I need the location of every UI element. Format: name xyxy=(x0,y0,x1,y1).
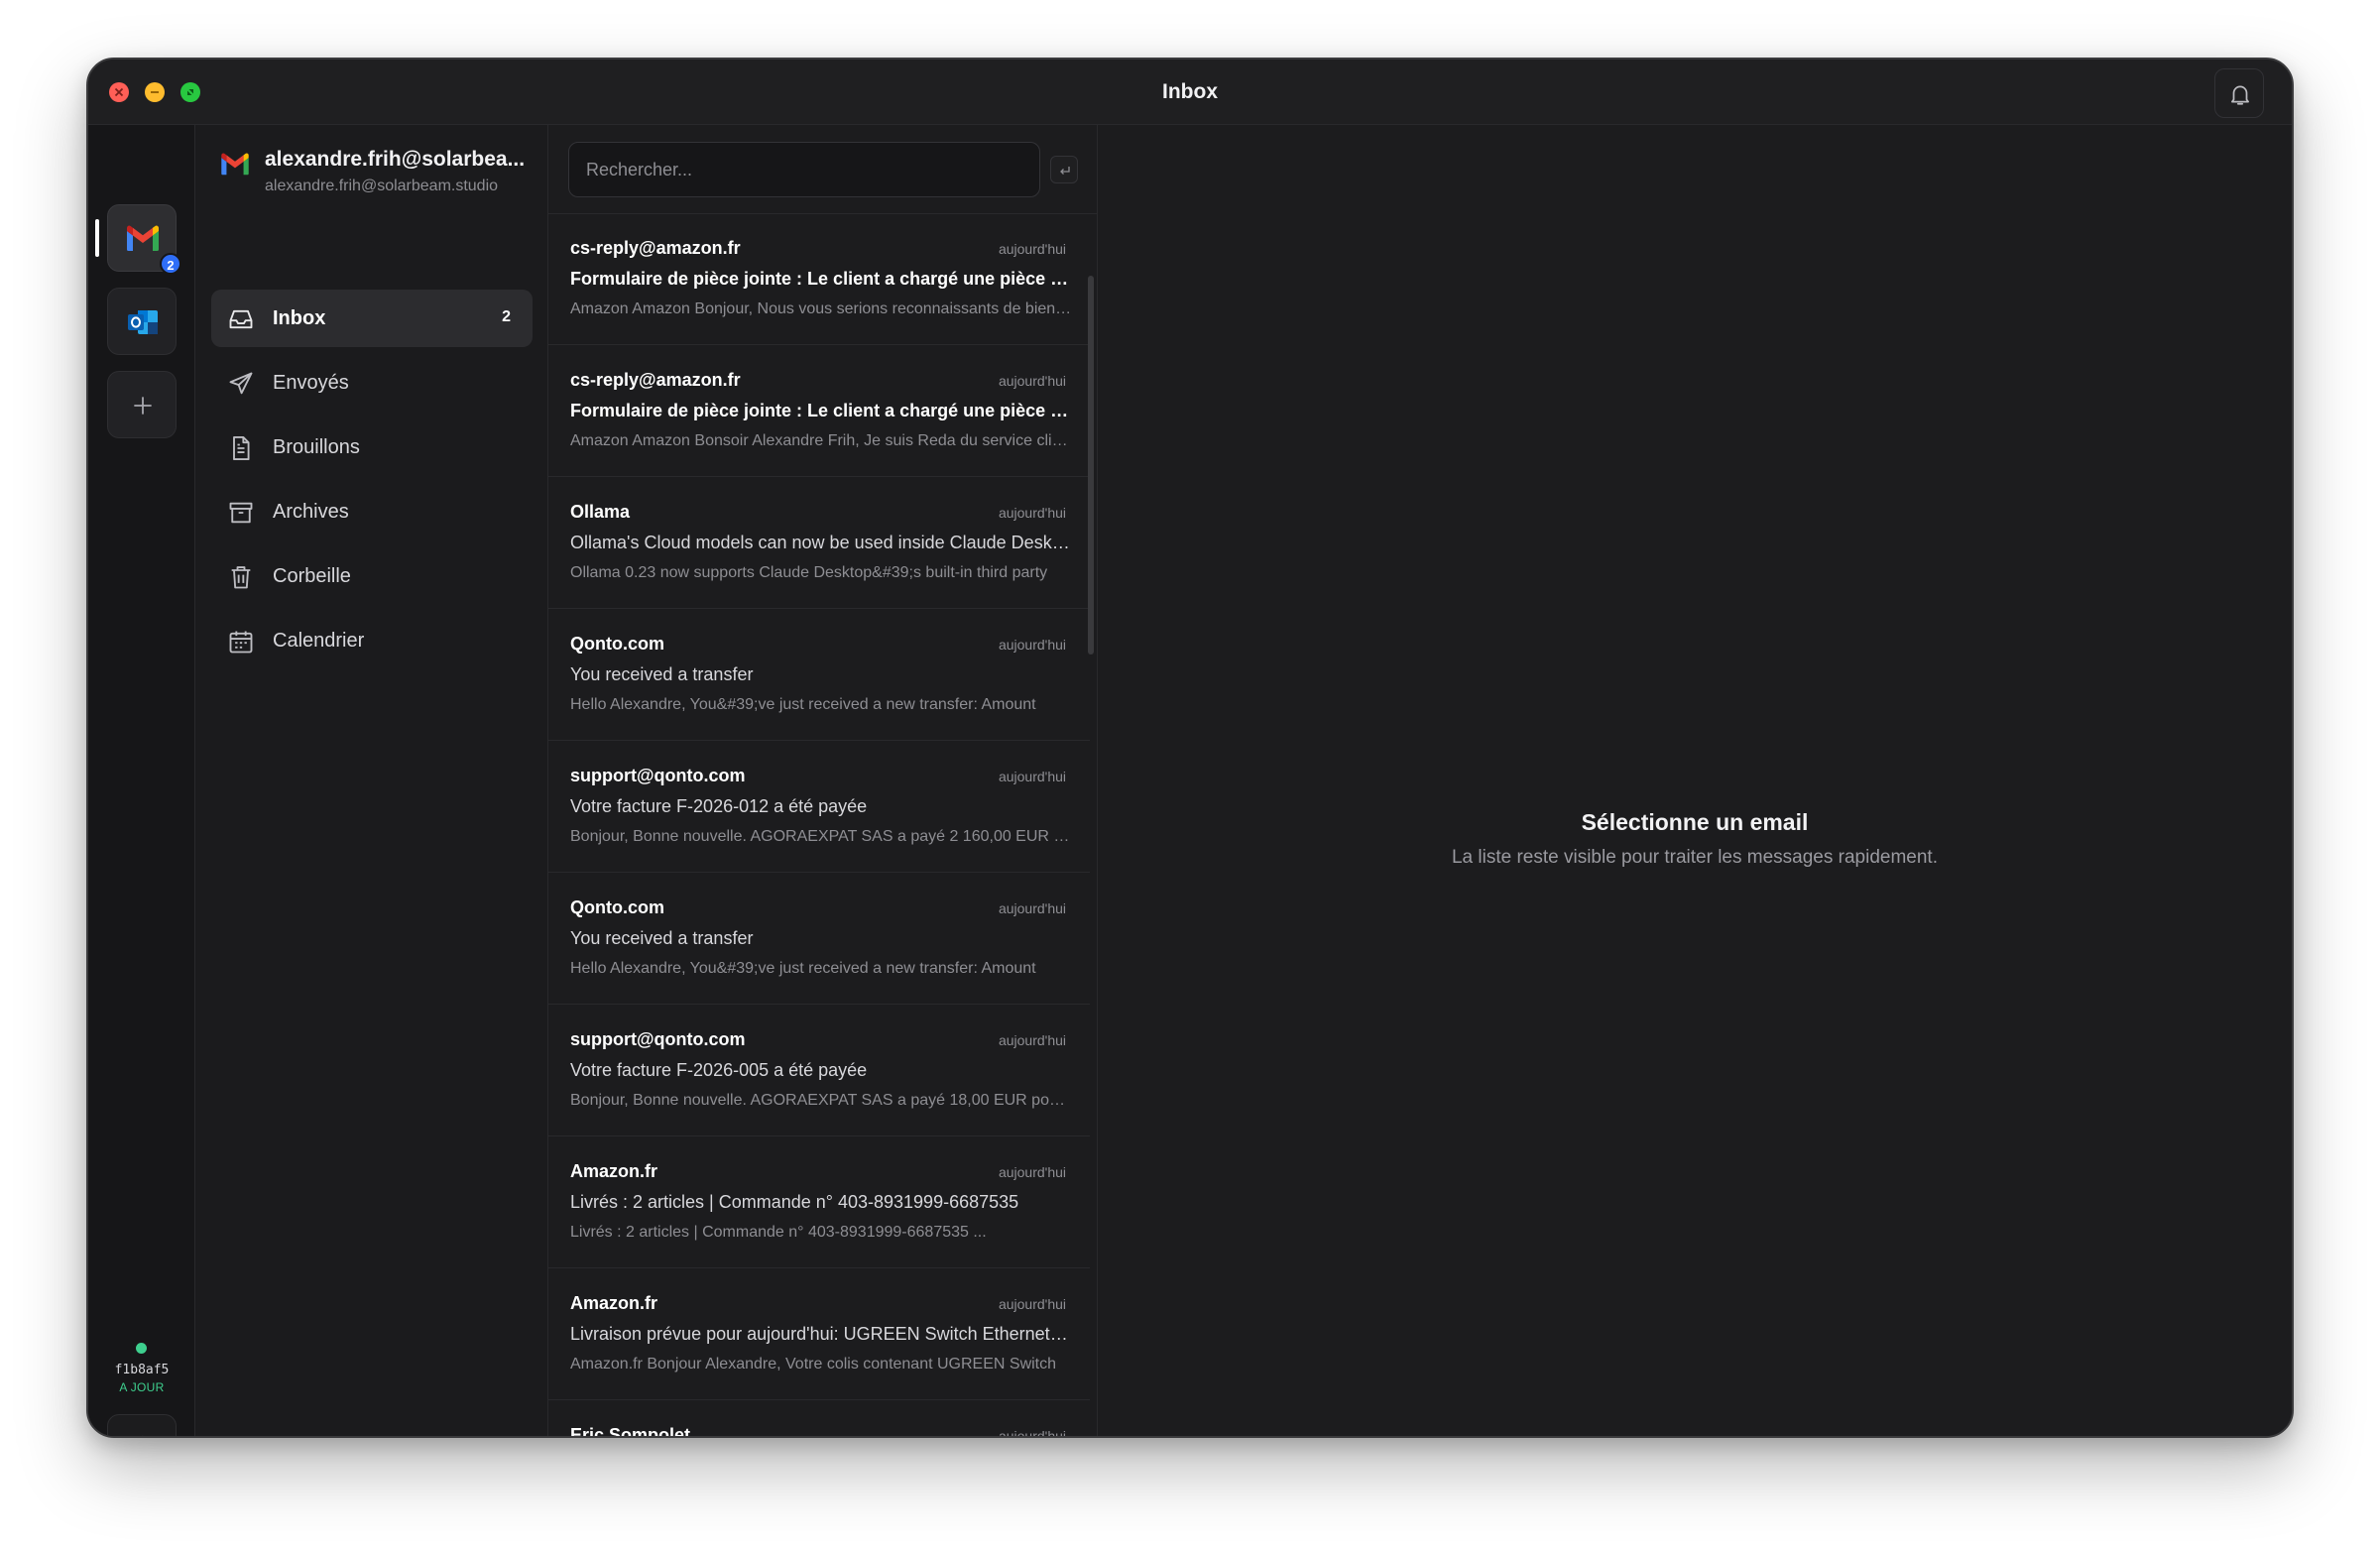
window-title: Inbox xyxy=(1162,80,1218,103)
gear-icon xyxy=(142,1435,144,1436)
sync-status-dot xyxy=(136,1343,147,1354)
gmail-logo-icon xyxy=(126,225,160,251)
build-hash: f1b8af5 xyxy=(114,1363,170,1377)
mail-subject: Votre facture F-2026-005 a été payée xyxy=(570,1060,868,1080)
mail-item[interactable]: support@qonto.com aujourd'hui Votre fact… xyxy=(548,742,1090,873)
folder-label: Corbeille xyxy=(273,565,351,587)
unread-count-badge: 2 xyxy=(160,253,181,275)
inbox-tray-icon xyxy=(229,309,253,329)
account-outlook-button[interactable] xyxy=(107,288,177,355)
mail-sender: cs-reply@amazon.fr xyxy=(570,370,741,390)
folder-sidebar: alexandre.frih@solarbea... alexandre.fri… xyxy=(195,125,548,1436)
empty-state-subtitle: La liste reste visible pour traiter les … xyxy=(1451,847,1938,868)
mail-date: aujourd'hui xyxy=(998,1428,1066,1436)
account-gmail-button[interactable]: 2 xyxy=(107,204,181,275)
folder-brouillons[interactable]: Brouillons xyxy=(211,418,533,476)
mail-item[interactable]: Qonto.com aujourd'hui You received a tra… xyxy=(548,874,1090,1005)
paper-plane-icon xyxy=(229,372,253,395)
gmail-logo-icon xyxy=(221,153,249,176)
folder-inbox[interactable]: Inbox 2 xyxy=(211,290,533,347)
search-submit-button[interactable] xyxy=(1050,156,1078,183)
bell-icon xyxy=(2231,85,2249,105)
mail-item[interactable]: Eric Sompolet aujourd'hui xyxy=(548,1401,1090,1436)
mail-sender: support@qonto.com xyxy=(570,1029,746,1049)
settings-button[interactable] xyxy=(107,1414,177,1436)
mail-sender: Amazon.fr xyxy=(570,1293,658,1313)
mail-list-scrollbar[interactable] xyxy=(1088,276,1094,655)
mail-date: aujourd'hui xyxy=(998,900,1066,916)
notifications-button[interactable] xyxy=(2214,68,2264,118)
mail-date: aujourd'hui xyxy=(998,769,1066,784)
folder-label: Archives xyxy=(273,501,349,523)
mail-preview: Hello Alexandre, You&#39;ve just receive… xyxy=(570,696,1036,713)
mail-date: aujourd'hui xyxy=(998,1296,1066,1312)
folder-calendrier[interactable]: Calendrier xyxy=(211,612,533,669)
mail-preview: Hello Alexandre, You&#39;ve just receive… xyxy=(570,960,1036,977)
folder-corbeille[interactable]: Corbeille xyxy=(211,547,533,605)
add-account-button[interactable] xyxy=(107,371,177,438)
active-account-indicator xyxy=(95,219,99,257)
mail-date: aujourd'hui xyxy=(998,241,1066,257)
mail-item[interactable]: Qonto.com aujourd'hui You received a tra… xyxy=(548,610,1090,741)
app-window: Inbox 2 f1b8af5 A JOUR alexandre.frih@so… xyxy=(86,58,2294,1438)
title-bar: Inbox xyxy=(88,60,2292,125)
mail-preview: Amazon.fr Bonjour Alexandre, Votre colis… xyxy=(570,1356,1057,1373)
mail-preview: Bonjour, Bonne nouvelle. AGORAEXPAT SAS … xyxy=(570,828,1072,845)
mail-preview: Amazon Amazon Bonjour, Nous vous serions… xyxy=(570,300,1072,317)
mail-date: aujourd'hui xyxy=(998,505,1066,521)
account-email: alexandre.frih@solarbeam.studio xyxy=(265,178,499,194)
mail-sender: Amazon.fr xyxy=(570,1161,658,1181)
mail-sender: cs-reply@amazon.fr xyxy=(570,238,741,258)
mail-preview: Amazon Amazon Bonsoir Alexandre Frih, Je… xyxy=(570,432,1072,449)
mail-date: aujourd'hui xyxy=(998,1164,1066,1180)
mail-item[interactable]: Amazon.fr aujourd'hui Livraison prévue p… xyxy=(548,1269,1090,1400)
mail-preview: Bonjour, Bonne nouvelle. AGORAEXPAT SAS … xyxy=(570,1092,1072,1109)
folder-label: Envoyés xyxy=(273,372,349,394)
trash-icon xyxy=(231,566,251,589)
plus-icon xyxy=(134,397,152,415)
mail-preview: Livrés : 2 articles | Commande n° 403-89… xyxy=(570,1224,987,1241)
enter-key-icon xyxy=(1060,167,1070,175)
mail-subject: Formulaire de pièce jointe : Le client a… xyxy=(570,401,1072,420)
mail-date: aujourd'hui xyxy=(998,373,1066,389)
mail-subject: Livraison prévue pour aujourd'hui: UGREE… xyxy=(570,1324,1072,1344)
mail-subject: Formulaire de pièce jointe : Le client a… xyxy=(570,269,1072,289)
folder-envoyes[interactable]: Envoyés xyxy=(211,354,533,412)
account-rail: 2 f1b8af5 A JOUR xyxy=(88,125,195,1436)
search-input[interactable] xyxy=(568,142,1040,197)
empty-state-title: Sélectionne un email xyxy=(1581,809,1809,835)
sync-status-label: A JOUR xyxy=(119,1380,165,1394)
mail-item[interactable]: cs-reply@amazon.fr aujourd'hui Formulair… xyxy=(548,214,1090,345)
mail-subject: Votre facture F-2026-012 a été payée xyxy=(570,796,868,816)
document-icon xyxy=(233,435,250,461)
reading-pane: Sélectionne un email La liste reste visi… xyxy=(1098,125,2292,1436)
mail-sender: Eric Sompolet xyxy=(570,1425,691,1436)
mail-subject: Ollama's Cloud models can now be used in… xyxy=(570,533,1072,552)
mail-sender: Qonto.com xyxy=(570,897,664,917)
mail-item[interactable]: cs-reply@amazon.fr aujourd'hui Formulair… xyxy=(548,346,1090,477)
mail-preview: Ollama 0.23 now supports Claude Desktop&… xyxy=(570,564,1048,581)
mail-list-column: cs-reply@amazon.fr aujourd'hui Formulair… xyxy=(548,125,1098,1436)
folder-label: Calendrier xyxy=(273,630,365,652)
folder-label: Inbox xyxy=(273,307,326,329)
mail-subject: You received a transfer xyxy=(570,664,754,684)
folder-unread-count: 2 xyxy=(502,308,511,325)
account-name: alexandre.frih@solarbea... xyxy=(265,148,526,171)
mail-sender: Ollama xyxy=(570,502,631,522)
mail-sender: Qonto.com xyxy=(570,634,664,654)
mail-sender: support@qonto.com xyxy=(570,766,746,785)
outlook-logo-icon xyxy=(128,310,158,334)
account-header[interactable]: alexandre.frih@solarbea... alexandre.fri… xyxy=(195,125,547,206)
mail-subject: Livrés : 2 articles | Commande n° 403-89… xyxy=(570,1192,1019,1212)
mail-date: aujourd'hui xyxy=(998,637,1066,653)
mail-item[interactable]: Amazon.fr aujourd'hui Livrés : 2 article… xyxy=(548,1137,1090,1268)
mail-date: aujourd'hui xyxy=(998,1032,1066,1048)
mail-item[interactable]: Ollama aujourd'hui Ollama's Cloud models… xyxy=(548,478,1090,609)
folder-archives[interactable]: Archives xyxy=(211,483,533,540)
calendar-icon xyxy=(229,631,253,654)
mail-item[interactable]: support@qonto.com aujourd'hui Votre fact… xyxy=(548,1006,1090,1136)
archive-box-icon xyxy=(229,502,253,524)
mail-subject: You received a transfer xyxy=(570,928,754,948)
folder-label: Brouillons xyxy=(273,436,360,458)
